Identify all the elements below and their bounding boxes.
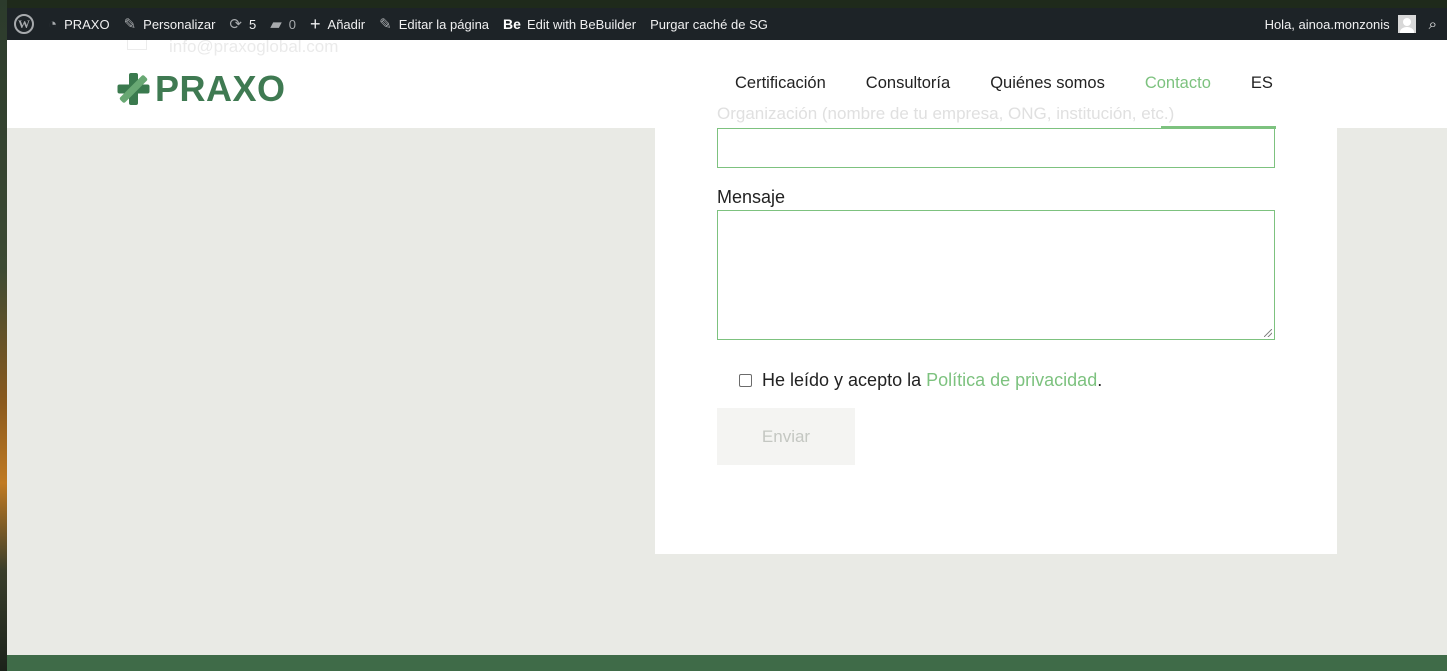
plus-icon: +	[310, 13, 321, 34]
customize-link[interactable]: ✎ Personalizar	[117, 8, 223, 40]
dashboard-gauge-icon: ◔	[48, 15, 58, 33]
site-logo[interactable]: PRAXO	[117, 68, 286, 110]
edit-page-label: Editar la página	[398, 16, 490, 32]
wp-admin-bar: W ◔ PRAXO ✎ Personalizar ⟳ 5 ▰ 0 + Añadi…	[7, 8, 1447, 40]
nav-item-contacto[interactable]: Contacto	[1145, 74, 1211, 93]
email-icon	[127, 40, 147, 50]
comment-bubble-icon: ▰	[270, 16, 282, 33]
site-name-menu[interactable]: ◔ PRAXO	[41, 8, 117, 40]
privacy-checkbox[interactable]	[739, 374, 752, 387]
updates-refresh-icon: ⟳	[229, 16, 242, 33]
paintbrush-icon: ✎	[123, 16, 137, 33]
message-label: Mensaje	[717, 187, 786, 207]
textarea-resize-handle[interactable]	[1264, 329, 1272, 337]
desktop-background	[0, 0, 7, 671]
updates-link[interactable]: ⟳ 5	[222, 8, 263, 40]
search-icon: ⌕	[1428, 15, 1437, 33]
customize-label: Personalizar	[143, 16, 216, 32]
comments-link[interactable]: ▰ 0	[263, 8, 303, 40]
header-email-ghost: info@praxoglobal.com	[169, 37, 339, 56]
message-textarea[interactable]	[717, 210, 1275, 340]
submit-button[interactable]: Enviar	[717, 408, 855, 465]
nav-item-certificacion[interactable]: Certificación	[735, 74, 826, 93]
contact-form-card: Mensaje He leído y acepto la Política de…	[655, 118, 1337, 554]
praxo-logo-icon	[117, 73, 150, 105]
admin-search-button[interactable]: ⌕	[1423, 8, 1447, 40]
edit-page-link[interactable]: ✎ Editar la página	[372, 8, 496, 40]
site-name-label: PRAXO	[64, 16, 110, 32]
purge-cache-label: Purgar caché de SG	[650, 16, 768, 32]
new-content-label: Añadir	[327, 16, 366, 32]
site-footer	[7, 655, 1447, 671]
active-nav-indicator	[1161, 126, 1276, 129]
main-navigation: Certificación Consultoría Quiénes somos …	[735, 74, 1273, 93]
user-greeting: Hola, ainoa.monzonis	[1264, 16, 1390, 32]
privacy-consent: He leído y acepto la Política de privaci…	[739, 370, 1102, 391]
avatar	[1397, 15, 1416, 33]
logo-text: PRAXO	[155, 68, 286, 109]
pencil-icon: ✎	[379, 16, 392, 33]
nav-item-language[interactable]: ES	[1251, 74, 1273, 93]
nav-item-quienes-somos[interactable]: Quiénes somos	[990, 74, 1105, 93]
browser-page: W ◔ PRAXO ✎ Personalizar ⟳ 5 ▰ 0 + Añadi…	[7, 8, 1447, 671]
updates-count: 5	[249, 16, 257, 32]
bebuilder-logo-icon: Be	[503, 16, 521, 32]
new-content-menu[interactable]: + Añadir	[303, 8, 372, 40]
privacy-policy-link[interactable]: Política de privacidad	[926, 370, 1097, 391]
user-account-menu[interactable]: Hola, ainoa.monzonis	[1258, 8, 1423, 40]
nav-item-consultoria[interactable]: Consultoría	[866, 74, 950, 93]
consent-text: He leído y acepto la	[762, 370, 922, 390]
purge-cache-link[interactable]: Purgar caché de SG	[643, 8, 775, 40]
organization-label-ghost: Organización (nombre de tu empresa, ONG,…	[717, 104, 1175, 123]
organization-input[interactable]	[717, 128, 1275, 168]
bebuilder-link[interactable]: Be Edit with BeBuilder	[496, 8, 643, 40]
wordpress-menu[interactable]: W	[7, 8, 41, 40]
comments-count: 0	[288, 16, 297, 32]
bebuilder-label: Edit with BeBuilder	[526, 16, 637, 32]
wordpress-logo-icon: W	[14, 14, 34, 34]
consent-suffix: .	[1097, 370, 1103, 390]
